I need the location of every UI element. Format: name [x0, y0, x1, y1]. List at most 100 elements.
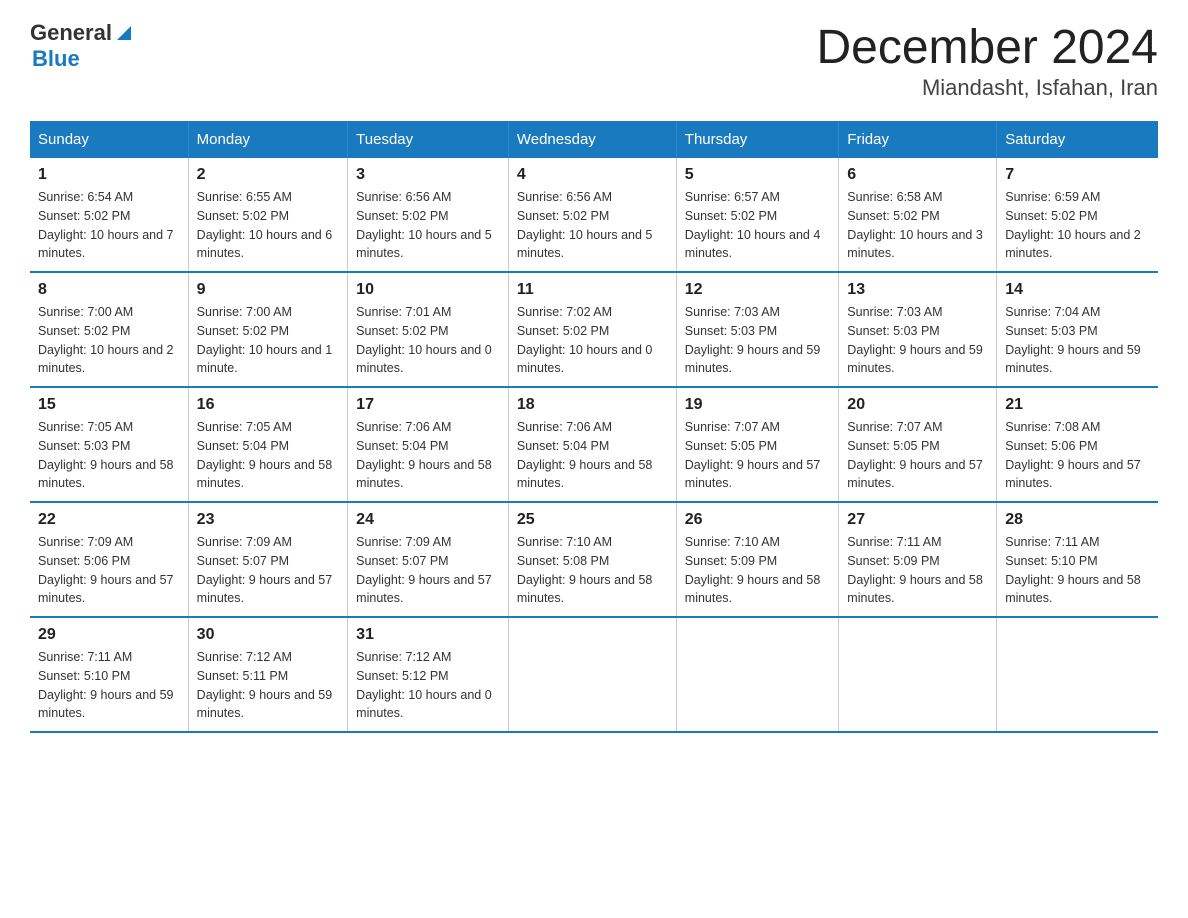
day-cell: 24 Sunrise: 7:09 AMSunset: 5:07 PMDaylig…	[348, 502, 509, 617]
day-info: Sunrise: 7:12 AMSunset: 5:12 PMDaylight:…	[356, 648, 500, 723]
day-info: Sunrise: 7:03 AMSunset: 5:03 PMDaylight:…	[685, 303, 831, 378]
day-cell: 5 Sunrise: 6:57 AMSunset: 5:02 PMDayligh…	[676, 158, 839, 272]
day-info: Sunrise: 7:05 AMSunset: 5:04 PMDaylight:…	[197, 418, 340, 493]
day-cell: 2 Sunrise: 6:55 AMSunset: 5:02 PMDayligh…	[188, 158, 348, 272]
day-number: 13	[847, 281, 988, 299]
day-number: 17	[356, 396, 500, 414]
day-info: Sunrise: 7:08 AMSunset: 5:06 PMDaylight:…	[1005, 418, 1150, 493]
day-info: Sunrise: 7:12 AMSunset: 5:11 PMDaylight:…	[197, 648, 340, 723]
day-cell: 19 Sunrise: 7:07 AMSunset: 5:05 PMDaylig…	[676, 387, 839, 502]
day-info: Sunrise: 6:54 AMSunset: 5:02 PMDaylight:…	[38, 188, 180, 263]
day-number: 10	[356, 281, 500, 299]
day-number: 8	[38, 281, 180, 299]
week-row-2: 8 Sunrise: 7:00 AMSunset: 5:02 PMDayligh…	[30, 272, 1158, 387]
day-cell: 30 Sunrise: 7:12 AMSunset: 5:11 PMDaylig…	[188, 617, 348, 732]
header-cell-sunday: Sunday	[30, 121, 188, 158]
day-cell: 18 Sunrise: 7:06 AMSunset: 5:04 PMDaylig…	[508, 387, 676, 502]
day-number: 25	[517, 511, 668, 529]
day-cell: 12 Sunrise: 7:03 AMSunset: 5:03 PMDaylig…	[676, 272, 839, 387]
day-number: 20	[847, 396, 988, 414]
day-cell: 16 Sunrise: 7:05 AMSunset: 5:04 PMDaylig…	[188, 387, 348, 502]
day-cell	[839, 617, 997, 732]
day-number: 29	[38, 626, 180, 644]
logo-general-text: General	[30, 20, 112, 46]
day-info: Sunrise: 7:04 AMSunset: 5:03 PMDaylight:…	[1005, 303, 1150, 378]
day-cell: 3 Sunrise: 6:56 AMSunset: 5:02 PMDayligh…	[348, 158, 509, 272]
day-info: Sunrise: 7:05 AMSunset: 5:03 PMDaylight:…	[38, 418, 180, 493]
day-cell: 13 Sunrise: 7:03 AMSunset: 5:03 PMDaylig…	[839, 272, 997, 387]
day-number: 7	[1005, 166, 1150, 184]
day-number: 27	[847, 511, 988, 529]
day-number: 24	[356, 511, 500, 529]
page-title: December 2024	[816, 20, 1158, 75]
day-info: Sunrise: 6:56 AMSunset: 5:02 PMDaylight:…	[517, 188, 668, 263]
page-subtitle: Miandasht, Isfahan, Iran	[816, 75, 1158, 101]
header-cell-saturday: Saturday	[997, 121, 1158, 158]
day-info: Sunrise: 6:59 AMSunset: 5:02 PMDaylight:…	[1005, 188, 1150, 263]
day-number: 9	[197, 281, 340, 299]
day-number: 11	[517, 281, 668, 299]
day-cell: 11 Sunrise: 7:02 AMSunset: 5:02 PMDaylig…	[508, 272, 676, 387]
day-info: Sunrise: 7:06 AMSunset: 5:04 PMDaylight:…	[517, 418, 668, 493]
day-cell: 26 Sunrise: 7:10 AMSunset: 5:09 PMDaylig…	[676, 502, 839, 617]
day-cell: 17 Sunrise: 7:06 AMSunset: 5:04 PMDaylig…	[348, 387, 509, 502]
day-cell	[676, 617, 839, 732]
day-cell: 25 Sunrise: 7:10 AMSunset: 5:08 PMDaylig…	[508, 502, 676, 617]
week-row-4: 22 Sunrise: 7:09 AMSunset: 5:06 PMDaylig…	[30, 502, 1158, 617]
header-cell-wednesday: Wednesday	[508, 121, 676, 158]
day-cell: 8 Sunrise: 7:00 AMSunset: 5:02 PMDayligh…	[30, 272, 188, 387]
day-number: 23	[197, 511, 340, 529]
day-info: Sunrise: 7:11 AMSunset: 5:10 PMDaylight:…	[1005, 533, 1150, 608]
day-info: Sunrise: 7:01 AMSunset: 5:02 PMDaylight:…	[356, 303, 500, 378]
day-number: 21	[1005, 396, 1150, 414]
day-cell: 6 Sunrise: 6:58 AMSunset: 5:02 PMDayligh…	[839, 158, 997, 272]
day-number: 2	[197, 166, 340, 184]
day-number: 3	[356, 166, 500, 184]
header-cell-thursday: Thursday	[676, 121, 839, 158]
day-cell: 1 Sunrise: 6:54 AMSunset: 5:02 PMDayligh…	[30, 158, 188, 272]
day-cell: 14 Sunrise: 7:04 AMSunset: 5:03 PMDaylig…	[997, 272, 1158, 387]
day-cell: 22 Sunrise: 7:09 AMSunset: 5:06 PMDaylig…	[30, 502, 188, 617]
day-info: Sunrise: 6:56 AMSunset: 5:02 PMDaylight:…	[356, 188, 500, 263]
day-number: 28	[1005, 511, 1150, 529]
day-cell: 10 Sunrise: 7:01 AMSunset: 5:02 PMDaylig…	[348, 272, 509, 387]
header-cell-monday: Monday	[188, 121, 348, 158]
day-info: Sunrise: 7:00 AMSunset: 5:02 PMDaylight:…	[38, 303, 180, 378]
day-info: Sunrise: 7:11 AMSunset: 5:09 PMDaylight:…	[847, 533, 988, 608]
day-info: Sunrise: 6:58 AMSunset: 5:02 PMDaylight:…	[847, 188, 988, 263]
day-number: 14	[1005, 281, 1150, 299]
day-number: 4	[517, 166, 668, 184]
logo-blue-text: Blue	[32, 46, 135, 72]
day-number: 26	[685, 511, 831, 529]
week-row-3: 15 Sunrise: 7:05 AMSunset: 5:03 PMDaylig…	[30, 387, 1158, 502]
day-info: Sunrise: 7:10 AMSunset: 5:09 PMDaylight:…	[685, 533, 831, 608]
day-number: 30	[197, 626, 340, 644]
day-cell: 15 Sunrise: 7:05 AMSunset: 5:03 PMDaylig…	[30, 387, 188, 502]
day-info: Sunrise: 7:09 AMSunset: 5:07 PMDaylight:…	[356, 533, 500, 608]
week-row-5: 29 Sunrise: 7:11 AMSunset: 5:10 PMDaylig…	[30, 617, 1158, 732]
header-row: SundayMondayTuesdayWednesdayThursdayFrid…	[30, 121, 1158, 158]
day-number: 5	[685, 166, 831, 184]
day-info: Sunrise: 7:09 AMSunset: 5:06 PMDaylight:…	[38, 533, 180, 608]
day-number: 31	[356, 626, 500, 644]
day-info: Sunrise: 7:07 AMSunset: 5:05 PMDaylight:…	[685, 418, 831, 493]
day-cell: 23 Sunrise: 7:09 AMSunset: 5:07 PMDaylig…	[188, 502, 348, 617]
page-header: General Blue December 2024 Miandasht, Is…	[30, 20, 1158, 101]
day-cell: 4 Sunrise: 6:56 AMSunset: 5:02 PMDayligh…	[508, 158, 676, 272]
day-cell: 21 Sunrise: 7:08 AMSunset: 5:06 PMDaylig…	[997, 387, 1158, 502]
day-cell: 9 Sunrise: 7:00 AMSunset: 5:02 PMDayligh…	[188, 272, 348, 387]
day-cell	[997, 617, 1158, 732]
day-cell: 27 Sunrise: 7:11 AMSunset: 5:09 PMDaylig…	[839, 502, 997, 617]
day-cell: 20 Sunrise: 7:07 AMSunset: 5:05 PMDaylig…	[839, 387, 997, 502]
day-number: 22	[38, 511, 180, 529]
logo-triangle-icon	[113, 22, 135, 44]
day-info: Sunrise: 7:03 AMSunset: 5:03 PMDaylight:…	[847, 303, 988, 378]
logo: General Blue	[30, 20, 135, 72]
day-cell: 28 Sunrise: 7:11 AMSunset: 5:10 PMDaylig…	[997, 502, 1158, 617]
day-cell: 29 Sunrise: 7:11 AMSunset: 5:10 PMDaylig…	[30, 617, 188, 732]
day-cell: 7 Sunrise: 6:59 AMSunset: 5:02 PMDayligh…	[997, 158, 1158, 272]
day-number: 18	[517, 396, 668, 414]
day-cell	[508, 617, 676, 732]
day-number: 16	[197, 396, 340, 414]
day-number: 19	[685, 396, 831, 414]
